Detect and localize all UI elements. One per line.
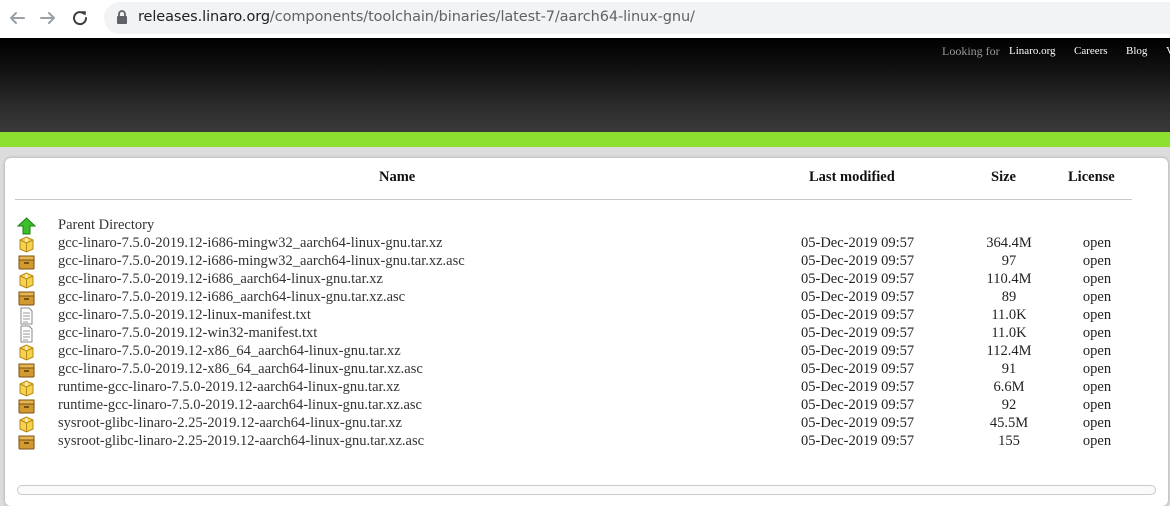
file-size: 91 bbox=[1001, 361, 1017, 377]
file-size: 11.0K bbox=[991, 325, 1027, 341]
file-license: open bbox=[1082, 253, 1112, 269]
file-size: 89 bbox=[1001, 289, 1017, 305]
horizontal-scrollbar[interactable] bbox=[17, 485, 1156, 495]
file-license: open bbox=[1082, 397, 1112, 413]
reload-icon bbox=[73, 11, 88, 26]
text-file-icon bbox=[20, 307, 33, 325]
file-last-modified: 05-Dec-2019 09:57 bbox=[801, 235, 915, 251]
file-row: gcc-linaro-7.5.0-2019.12-i686_aarch64-li… bbox=[0, 289, 1170, 307]
file-size: 364.4M bbox=[986, 235, 1032, 251]
nav-link-careers[interactable]: Careers bbox=[1074, 45, 1108, 57]
column-header-last-modified[interactable]: Last modified bbox=[809, 169, 895, 186]
file-row: gcc-linaro-7.5.0-2019.12-i686_aarch64-li… bbox=[0, 271, 1170, 289]
accent-bar bbox=[0, 132, 1170, 147]
file-row: gcc-linaro-7.5.0-2019.12-x86_64_aarch64-… bbox=[0, 361, 1170, 379]
archive-icon bbox=[19, 236, 34, 253]
arrow-left-icon bbox=[10, 12, 25, 24]
archive-icon bbox=[19, 416, 34, 433]
file-link[interactable]: gcc-linaro-7.5.0-2019.12-i686-mingw32_aa… bbox=[58, 253, 465, 270]
back-button[interactable] bbox=[5, 7, 29, 29]
file-license: open bbox=[1082, 343, 1112, 359]
up-arrow-icon bbox=[17, 217, 36, 235]
text-file-icon bbox=[20, 325, 33, 343]
box-icon bbox=[18, 255, 35, 270]
file-row: gcc-linaro-7.5.0-2019.12-x86_64_aarch64-… bbox=[0, 343, 1170, 361]
file-row: sysroot-glibc-linaro-2.25-2019.12-aarch6… bbox=[0, 415, 1170, 433]
file-size: 110.4M bbox=[986, 271, 1032, 287]
file-last-modified: 05-Dec-2019 09:57 bbox=[801, 325, 915, 341]
column-header-size[interactable]: Size bbox=[991, 169, 1016, 186]
parent-directory-link[interactable]: Parent Directory bbox=[58, 217, 154, 234]
box-icon bbox=[18, 435, 35, 450]
file-link[interactable]: gcc-linaro-7.5.0-2019.12-x86_64_aarch64-… bbox=[58, 361, 423, 378]
file-link[interactable]: sysroot-glibc-linaro-2.25-2019.12-aarch6… bbox=[58, 433, 424, 450]
file-license: open bbox=[1082, 289, 1112, 305]
file-license: open bbox=[1082, 235, 1112, 251]
file-row: sysroot-glibc-linaro-2.25-2019.12-aarch6… bbox=[0, 433, 1170, 451]
looking-for-label: Looking for bbox=[942, 44, 1000, 58]
file-size: 11.0K bbox=[991, 307, 1027, 323]
file-row: gcc-linaro-7.5.0-2019.12-linux-manifest.… bbox=[0, 307, 1170, 325]
file-size: 45.5M bbox=[989, 415, 1029, 431]
file-row: gcc-linaro-7.5.0-2019.12-i686-mingw32_aa… bbox=[0, 235, 1170, 253]
file-last-modified: 05-Dec-2019 09:57 bbox=[801, 271, 915, 287]
file-last-modified: 05-Dec-2019 09:57 bbox=[801, 379, 915, 395]
file-license: open bbox=[1082, 271, 1112, 287]
file-last-modified: 05-Dec-2019 09:57 bbox=[801, 289, 915, 305]
forward-button[interactable] bbox=[36, 7, 60, 29]
file-row: gcc-linaro-7.5.0-2019.12-win32-manifest.… bbox=[0, 325, 1170, 343]
nav-link-more[interactable]: V bbox=[1166, 45, 1170, 57]
parent-directory-row: Parent Directory bbox=[0, 217, 1170, 235]
file-link[interactable]: gcc-linaro-7.5.0-2019.12-i686-mingw32_aa… bbox=[58, 235, 443, 252]
nav-link-linaro[interactable]: Linaro.org bbox=[1009, 45, 1056, 57]
file-license: open bbox=[1082, 415, 1112, 431]
file-last-modified: 05-Dec-2019 09:57 bbox=[801, 307, 915, 323]
url-path: /components/toolchain/binaries/latest-7/… bbox=[269, 9, 695, 25]
file-row: gcc-linaro-7.5.0-2019.12-i686-mingw32_aa… bbox=[0, 253, 1170, 271]
file-license: open bbox=[1082, 433, 1112, 449]
address-bar[interactable]: releases.linaro.org/components/toolchain… bbox=[104, 2, 1170, 34]
nav-link-blog[interactable]: Blog bbox=[1126, 45, 1147, 57]
file-link[interactable]: runtime-gcc-linaro-7.5.0-2019.12-aarch64… bbox=[58, 379, 400, 396]
url-text[interactable]: releases.linaro.org/components/toolchain… bbox=[138, 9, 695, 25]
file-license: open bbox=[1082, 307, 1112, 323]
file-last-modified: 05-Dec-2019 09:57 bbox=[801, 253, 915, 269]
file-size: 97 bbox=[1001, 253, 1017, 269]
file-size: 112.4M bbox=[986, 343, 1032, 359]
file-license: open bbox=[1082, 325, 1112, 341]
header-divider bbox=[15, 199, 1132, 200]
arrow-right-icon bbox=[40, 12, 55, 24]
file-size: 6.6M bbox=[993, 379, 1025, 395]
file-link[interactable]: gcc-linaro-7.5.0-2019.12-x86_64_aarch64-… bbox=[58, 343, 401, 360]
file-license: open bbox=[1082, 379, 1112, 395]
url-host: releases.linaro.org bbox=[138, 9, 270, 25]
file-size: 155 bbox=[998, 433, 1020, 449]
lock-icon[interactable] bbox=[116, 10, 128, 25]
file-row: runtime-gcc-linaro-7.5.0-2019.12-aarch64… bbox=[0, 397, 1170, 415]
box-icon bbox=[18, 363, 35, 378]
file-link[interactable]: sysroot-glibc-linaro-2.25-2019.12-aarch6… bbox=[58, 415, 402, 432]
file-last-modified: 05-Dec-2019 09:57 bbox=[801, 343, 915, 359]
file-link[interactable]: runtime-gcc-linaro-7.5.0-2019.12-aarch64… bbox=[58, 397, 422, 414]
file-link[interactable]: gcc-linaro-7.5.0-2019.12-linux-manifest.… bbox=[58, 307, 311, 324]
browser-toolbar: releases.linaro.org/components/toolchain… bbox=[0, 0, 1170, 38]
archive-icon bbox=[19, 380, 34, 397]
file-last-modified: 05-Dec-2019 09:57 bbox=[801, 415, 915, 431]
file-license: open bbox=[1082, 361, 1112, 377]
column-header-name[interactable]: Name bbox=[379, 169, 415, 186]
file-last-modified: 05-Dec-2019 09:57 bbox=[801, 433, 915, 449]
column-header-license[interactable]: License bbox=[1068, 169, 1115, 186]
file-link[interactable]: gcc-linaro-7.5.0-2019.12-win32-manifest.… bbox=[58, 325, 317, 342]
box-icon bbox=[18, 399, 35, 414]
archive-icon bbox=[19, 344, 34, 361]
box-icon bbox=[18, 291, 35, 306]
file-last-modified: 05-Dec-2019 09:57 bbox=[801, 397, 915, 413]
file-link[interactable]: gcc-linaro-7.5.0-2019.12-i686_aarch64-li… bbox=[58, 271, 383, 288]
file-link[interactable]: gcc-linaro-7.5.0-2019.12-i686_aarch64-li… bbox=[58, 289, 405, 306]
file-last-modified: 05-Dec-2019 09:57 bbox=[801, 361, 915, 377]
archive-icon bbox=[19, 272, 34, 289]
file-row: runtime-gcc-linaro-7.5.0-2019.12-aarch64… bbox=[0, 379, 1170, 397]
file-size: 92 bbox=[1001, 397, 1017, 413]
reload-button[interactable] bbox=[68, 7, 92, 29]
